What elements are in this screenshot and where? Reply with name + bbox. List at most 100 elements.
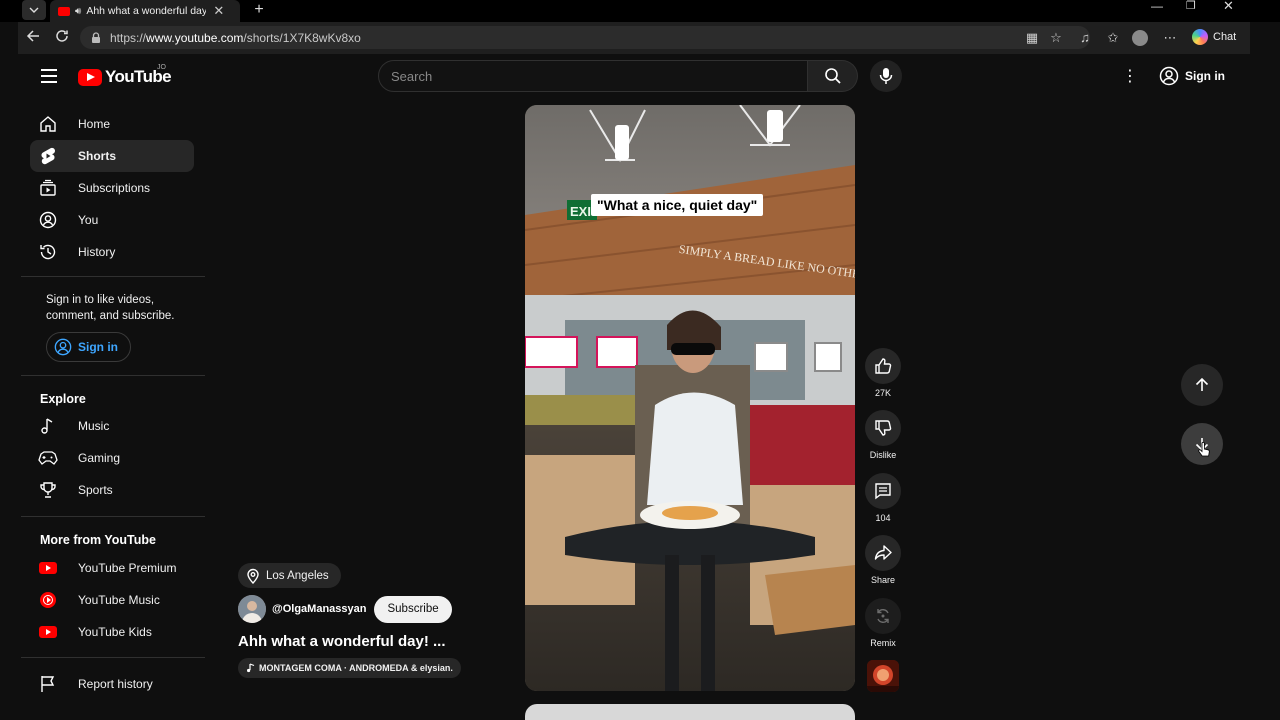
media-control-icon[interactable]: ♫ — [1077, 30, 1093, 46]
arrow-up-icon — [1195, 377, 1209, 391]
sidebar-divider — [21, 375, 205, 376]
url-text: https://www.youtube.com/shorts/1X7K8wKv8… — [110, 30, 361, 45]
share-icon — [874, 545, 892, 560]
subscriptions-icon — [38, 178, 58, 198]
sidebar-item-label: History — [78, 245, 116, 259]
sign-in-button[interactable]: Sign in — [1159, 66, 1225, 86]
remix-button[interactable]: Remix — [863, 598, 903, 648]
tab-actions-menu[interactable] — [22, 0, 46, 20]
comments-button[interactable]: 104 — [863, 473, 903, 523]
search-box — [378, 60, 808, 92]
share-circle[interactable] — [865, 535, 901, 571]
tab-title: Ahh what a wonderful day! # — [86, 5, 207, 17]
restore-icon[interactable]: ❐ — [1186, 0, 1196, 14]
channel-name[interactable]: @OlgaManassyan — [272, 603, 366, 615]
youtube-premium-icon — [38, 558, 58, 578]
sidebar-item-sports[interactable]: Sports — [30, 474, 194, 506]
youtube-kids-icon — [38, 622, 58, 642]
dislike-button[interactable]: Dislike — [863, 410, 903, 460]
menu-icon[interactable] — [41, 69, 57, 83]
signin-prompt-text: Sign in to like videos, comment, and sub… — [46, 294, 175, 322]
sidebar-item-label: YouTube Kids — [78, 625, 152, 639]
subscribe-button[interactable]: Subscribe — [374, 595, 452, 623]
account-icon — [54, 338, 72, 356]
remix-label: Remix — [870, 638, 896, 648]
sidebar-item-youtube-kids[interactable]: YouTube Kids — [30, 616, 194, 648]
flag-icon — [38, 674, 58, 694]
copilot-icon — [1192, 29, 1208, 45]
music-chip[interactable]: MONTAGEM COMA · ANDROMEDA & elysian. — [238, 658, 461, 678]
like-circle[interactable] — [865, 348, 901, 384]
browser-toolbar: https://www.youtube.com/shorts/1X7K8wKv8… — [18, 22, 1250, 54]
voice-search-button[interactable] — [870, 60, 902, 92]
dislike-circle[interactable] — [865, 410, 901, 446]
thumbs-up-icon — [875, 358, 892, 374]
like-button[interactable]: 27K — [863, 348, 903, 398]
short-video-player[interactable]: EXIT SIMPLY A BREAD LIKE NO OTHER "What … — [525, 105, 855, 691]
new-tab-button[interactable]: + — [250, 0, 268, 20]
comment-icon — [875, 483, 891, 500]
dislike-label: Dislike — [869, 450, 897, 460]
youtube-favicon-icon — [58, 6, 70, 16]
sound-thumbnail[interactable] — [867, 660, 899, 692]
music-label: MONTAGEM COMA · ANDROMEDA & elysian. — [259, 663, 453, 673]
minimize-icon[interactable]: — — [1151, 0, 1163, 14]
share-button[interactable]: Share — [863, 535, 903, 585]
sidebar-item-youtube-music[interactable]: YouTube Music — [30, 584, 194, 616]
previous-short-button[interactable] — [1181, 364, 1223, 406]
search-button[interactable] — [808, 60, 858, 92]
location-chip[interactable]: Los Angeles — [238, 563, 341, 588]
sidebar-item-history[interactable]: History — [30, 236, 194, 268]
shorts-icon — [38, 146, 58, 166]
comments-circle[interactable] — [865, 473, 901, 509]
sidebar-item-home[interactable]: Home — [30, 108, 194, 140]
location-pin-icon — [247, 568, 259, 584]
sidebar-item-music[interactable]: Music — [30, 410, 194, 442]
trophy-icon — [38, 480, 58, 500]
favorite-star-icon[interactable]: ☆ — [1048, 30, 1064, 46]
copilot-chat-button[interactable]: Chat — [1192, 29, 1236, 45]
youtube-music-icon — [38, 590, 58, 610]
like-count: 27K — [874, 388, 891, 398]
sidebar-item-you[interactable]: You — [30, 204, 194, 236]
more-options-icon[interactable]: ⋯ — [1162, 30, 1178, 46]
next-short-preview[interactable] — [525, 704, 855, 720]
reload-icon[interactable] — [53, 29, 71, 47]
chevron-down-icon — [29, 7, 39, 13]
channel-avatar[interactable] — [238, 595, 266, 623]
microphone-icon — [879, 68, 893, 84]
channel-row: @OlgaManassyan Subscribe — [238, 595, 452, 623]
settings-more-icon[interactable]: ⋮ — [1121, 66, 1139, 88]
sidebar-item-label: Music — [78, 419, 110, 433]
profile-avatar-icon[interactable] — [1132, 30, 1148, 46]
sidebar-divider — [21, 276, 205, 277]
remix-circle[interactable] — [865, 598, 901, 634]
sign-in-label: Sign in — [1185, 69, 1225, 83]
sidebar-item-shorts[interactable]: Shorts — [30, 140, 194, 172]
youtube-logo[interactable]: YouTube JO — [78, 64, 172, 87]
speaker-icon[interactable]: 🔊︎ — [75, 6, 81, 17]
favorites-icon[interactable]: ✩ — [1105, 30, 1121, 46]
address-bar[interactable]: https://www.youtube.com/shorts/1X7K8wKv8… — [80, 26, 1090, 49]
history-icon — [38, 242, 58, 262]
search-input[interactable] — [391, 68, 807, 84]
sidebar-item-gaming[interactable]: Gaming — [30, 442, 194, 474]
sidebar-item-report-history[interactable]: Report history — [30, 668, 194, 700]
youtube-play-icon — [78, 68, 102, 86]
app-available-icon[interactable]: ▦ — [1024, 30, 1040, 46]
sidebar-sign-in-button[interactable]: Sign in — [46, 332, 131, 362]
remix-icon — [877, 609, 889, 623]
chat-label: Chat — [1213, 31, 1237, 43]
browser-tab[interactable]: 🔊︎ Ahh what a wonderful day! # ✕ — [50, 0, 240, 22]
short-title[interactable]: Ahh what a wonderful day! ... — [238, 633, 446, 650]
close-tab-icon[interactable]: ✕ — [213, 3, 224, 19]
lock-icon — [92, 31, 100, 43]
sidebar-item-label: Report history — [78, 677, 153, 691]
sidebar-item-youtube-premium[interactable]: YouTube Premium — [30, 552, 194, 584]
back-arrow-icon[interactable] — [24, 29, 42, 47]
sidebar-item-label: Home — [78, 117, 111, 131]
sidebar-item-label: Gaming — [78, 451, 121, 465]
youtube-page: YouTube JO ⋮ Sign in Home Shorts Subs — [21, 54, 1245, 720]
close-window-icon[interactable]: ✕ — [1223, 0, 1234, 14]
sidebar-item-subscriptions[interactable]: Subscriptions — [30, 172, 194, 204]
